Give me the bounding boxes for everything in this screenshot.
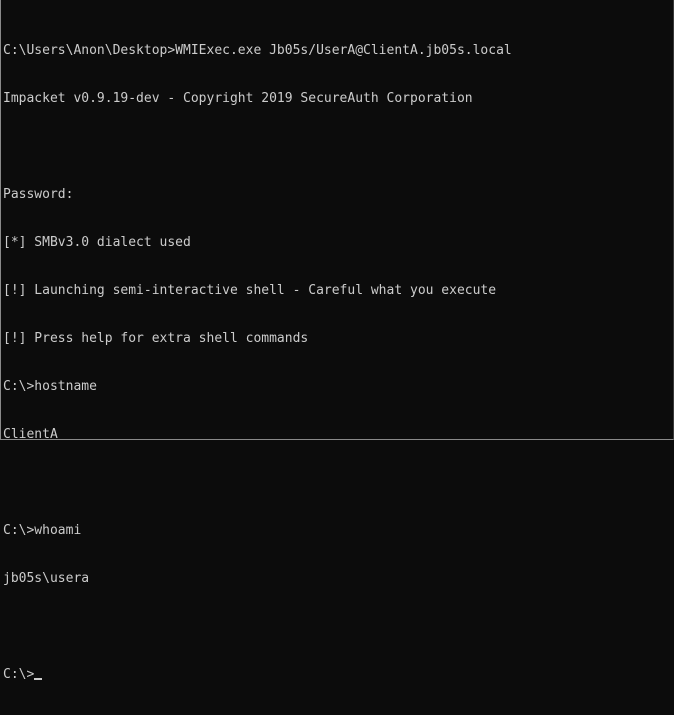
- console-line: [!] Launching semi-interactive shell - C…: [3, 283, 497, 298]
- command-prompt: C:\>: [3, 667, 35, 682]
- console-window[interactable]: C:\Users\Anon\Desktop>WMIExec.exe Jb05s/…: [0, 0, 674, 682]
- console-line: ClientA: [3, 427, 58, 442]
- command-input-line[interactable]: C:\>: [3, 667, 512, 683]
- console-line: C:\Users\Anon\Desktop>WMIExec.exe Jb05s/…: [3, 43, 512, 58]
- console-line: C:\>whoami: [3, 523, 82, 538]
- console-line: [!] Press help for extra shell commands: [3, 331, 309, 346]
- text-cursor: [34, 678, 43, 680]
- console-line: Impacket v0.9.19-dev - Copyright 2019 Se…: [3, 91, 473, 106]
- console-line: Password:: [3, 187, 74, 202]
- console-line: [*] SMBv3.0 dialect used: [3, 235, 191, 250]
- console-line: jb05s\usera: [3, 571, 90, 586]
- console-output: C:\Users\Anon\Desktop>WMIExec.exe Jb05s/…: [3, 11, 512, 715]
- console-line: C:\>hostname: [3, 379, 97, 394]
